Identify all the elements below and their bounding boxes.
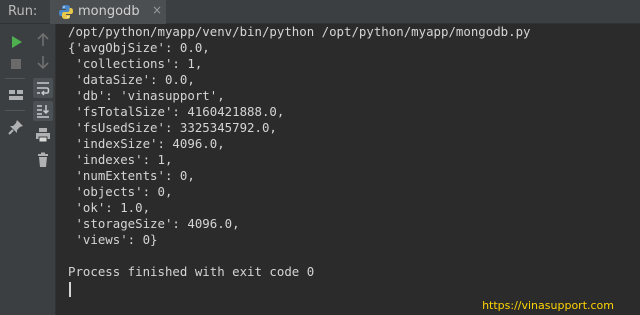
output-line: 'indexSize': 4096.0, <box>68 136 225 151</box>
stop-icon[interactable] <box>6 54 26 74</box>
output-line: 'db': 'vinasupport', <box>68 88 225 103</box>
run-toolbar: Run: mongodb × <box>0 0 640 24</box>
layout-icon[interactable] <box>6 85 26 105</box>
output-line: 'storageSize': 4096.0, <box>68 216 240 231</box>
run-label: Run: <box>8 4 38 19</box>
run-actions-gutter <box>0 24 30 315</box>
divider <box>5 78 25 79</box>
trash-icon[interactable] <box>33 150 53 170</box>
print-icon[interactable] <box>33 125 53 145</box>
output-line: 'ok': 1.0, <box>68 200 151 215</box>
output-line: 'views': 0} <box>68 232 158 247</box>
close-icon[interactable]: × <box>152 3 162 17</box>
console-actions-gutter <box>30 24 56 315</box>
watermark: https://vinasupport.com <box>482 299 614 312</box>
play-icon[interactable] <box>6 32 26 52</box>
command-line: /opt/python/myapp/venv/bin/python /opt/p… <box>68 24 531 39</box>
soft-wrap-icon[interactable] <box>33 78 53 98</box>
divider <box>5 110 25 111</box>
arrow-up-icon[interactable] <box>33 30 53 50</box>
output-line: 'fsUsedSize': 3325345792.0, <box>68 120 277 135</box>
output-line: 'fsTotalSize': 4160421888.0, <box>68 104 285 119</box>
output-line: 'dataSize': 0.0, <box>68 72 195 87</box>
output-line: 'objects': 0, <box>68 184 173 199</box>
exit-message: Process finished with exit code 0 <box>68 264 315 279</box>
output-line: {'avgObjSize': 0.0, <box>68 40 210 55</box>
console-output[interactable]: /opt/python/myapp/venv/bin/python /opt/p… <box>62 24 640 315</box>
python-icon <box>58 4 74 20</box>
arrow-down-icon[interactable] <box>33 52 53 72</box>
output-line: 'collections': 1, <box>68 56 203 71</box>
output-line: 'indexes': 1, <box>68 152 173 167</box>
output-line: 'numExtents': 0, <box>68 168 195 183</box>
text-cursor <box>69 282 71 297</box>
tab-mongodb[interactable]: mongodb × <box>50 0 166 24</box>
scroll-to-end-icon[interactable] <box>33 101 53 121</box>
tab-title: mongodb <box>78 4 140 19</box>
pin-icon[interactable] <box>6 117 26 137</box>
